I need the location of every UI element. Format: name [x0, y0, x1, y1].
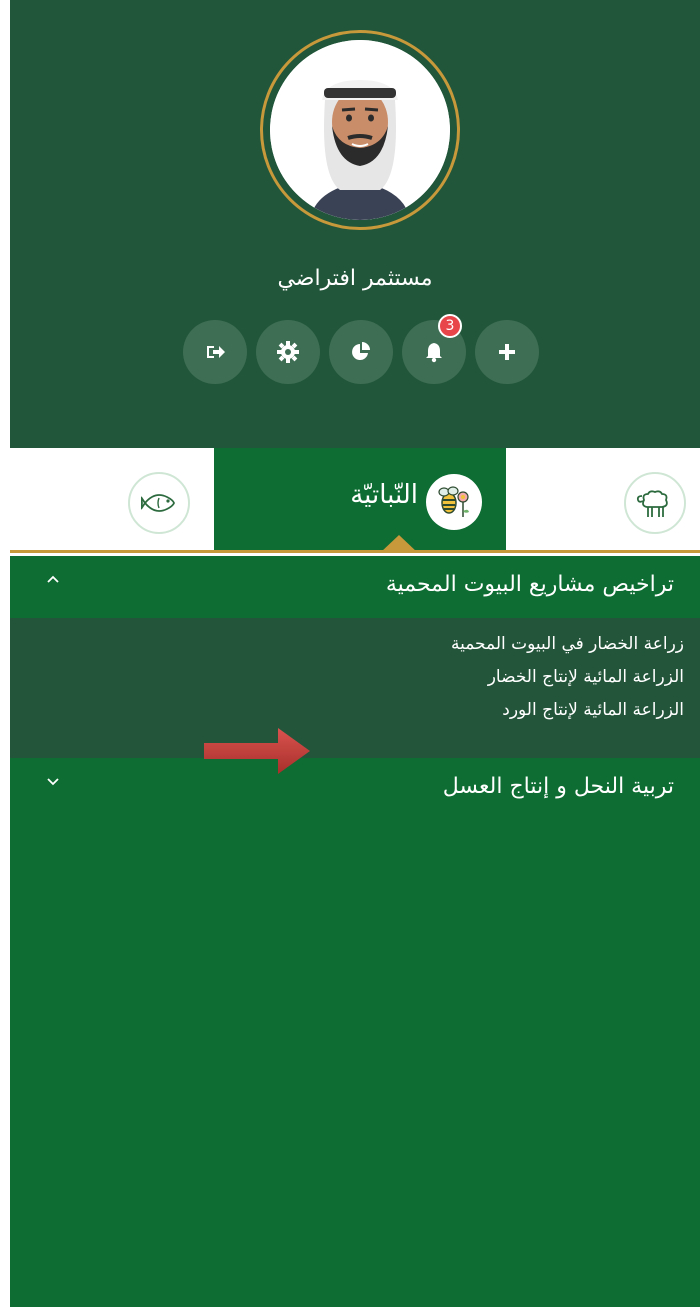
- avatar-illustration: [270, 40, 450, 220]
- accordion-title-greenhouses: تراخيص مشاريع البيوت المحمية: [385, 572, 674, 597]
- accordion-body-greenhouses: زراعة الخضار في البيوت المحمية الزراعة ا…: [10, 618, 700, 758]
- avatar-frame: [260, 30, 460, 230]
- side-panel: مستثمر افتراضي 3 النّباتيّة تراخيص مشاري…: [10, 0, 700, 1307]
- tab-sheep[interactable]: [506, 448, 700, 550]
- fish-tab-icon-wrap: [128, 472, 190, 534]
- statistics-button[interactable]: [329, 320, 393, 384]
- plus-icon: [499, 344, 515, 360]
- pie-chart-icon: [352, 342, 370, 360]
- tab-fish[interactable]: [10, 448, 214, 550]
- sheep-tab-icon-wrap: [624, 472, 686, 534]
- add-button[interactable]: [475, 320, 539, 384]
- chevron-up-icon[interactable]: [46, 574, 60, 584]
- accordion-header-greenhouses[interactable]: تراخيص مشاريع البيوت المحمية: [10, 556, 700, 618]
- notification-badge: 3: [438, 314, 462, 338]
- plant-tab-icon-wrap: [426, 474, 482, 530]
- logout-icon: [207, 346, 225, 358]
- submenu-item[interactable]: الزراعة المائية لإنتاج الورد: [502, 700, 684, 720]
- chevron-down-icon[interactable]: [46, 776, 60, 786]
- bell-icon: [426, 343, 442, 363]
- accordion-title-beekeeping: تربية النحل و إنتاج العسل: [442, 774, 674, 799]
- profile-actions: 3: [183, 314, 539, 384]
- logout-button[interactable]: [183, 320, 247, 384]
- tab-plant[interactable]: النّباتيّة: [214, 448, 506, 550]
- active-tab-pointer: [380, 535, 418, 553]
- accordion-header-beekeeping[interactable]: تربية النحل و إنتاج العسل: [10, 758, 700, 820]
- fish-icon: [141, 494, 175, 512]
- submenu-item[interactable]: الزراعة المائية لإنتاج الخضار: [488, 667, 684, 687]
- arrow-annotation-icon: [204, 728, 310, 774]
- user-name: مستثمر افتراضي: [277, 266, 433, 291]
- notifications-button[interactable]: 3: [402, 314, 466, 384]
- license-accordion: تراخيص مشاريع البيوت المحمية زراعة الخضا…: [10, 556, 700, 1307]
- gear-icon: [277, 341, 299, 363]
- bee-flower-icon: [438, 486, 469, 517]
- category-tabs: النّباتيّة: [10, 448, 700, 553]
- settings-button[interactable]: [256, 320, 320, 384]
- submenu-item[interactable]: زراعة الخضار في البيوت المحمية: [451, 634, 684, 654]
- tab-plant-label: النّباتيّة: [350, 480, 418, 510]
- sheep-icon: [636, 490, 668, 517]
- profile-section: مستثمر افتراضي 3: [10, 0, 700, 448]
- avatar[interactable]: [270, 40, 450, 220]
